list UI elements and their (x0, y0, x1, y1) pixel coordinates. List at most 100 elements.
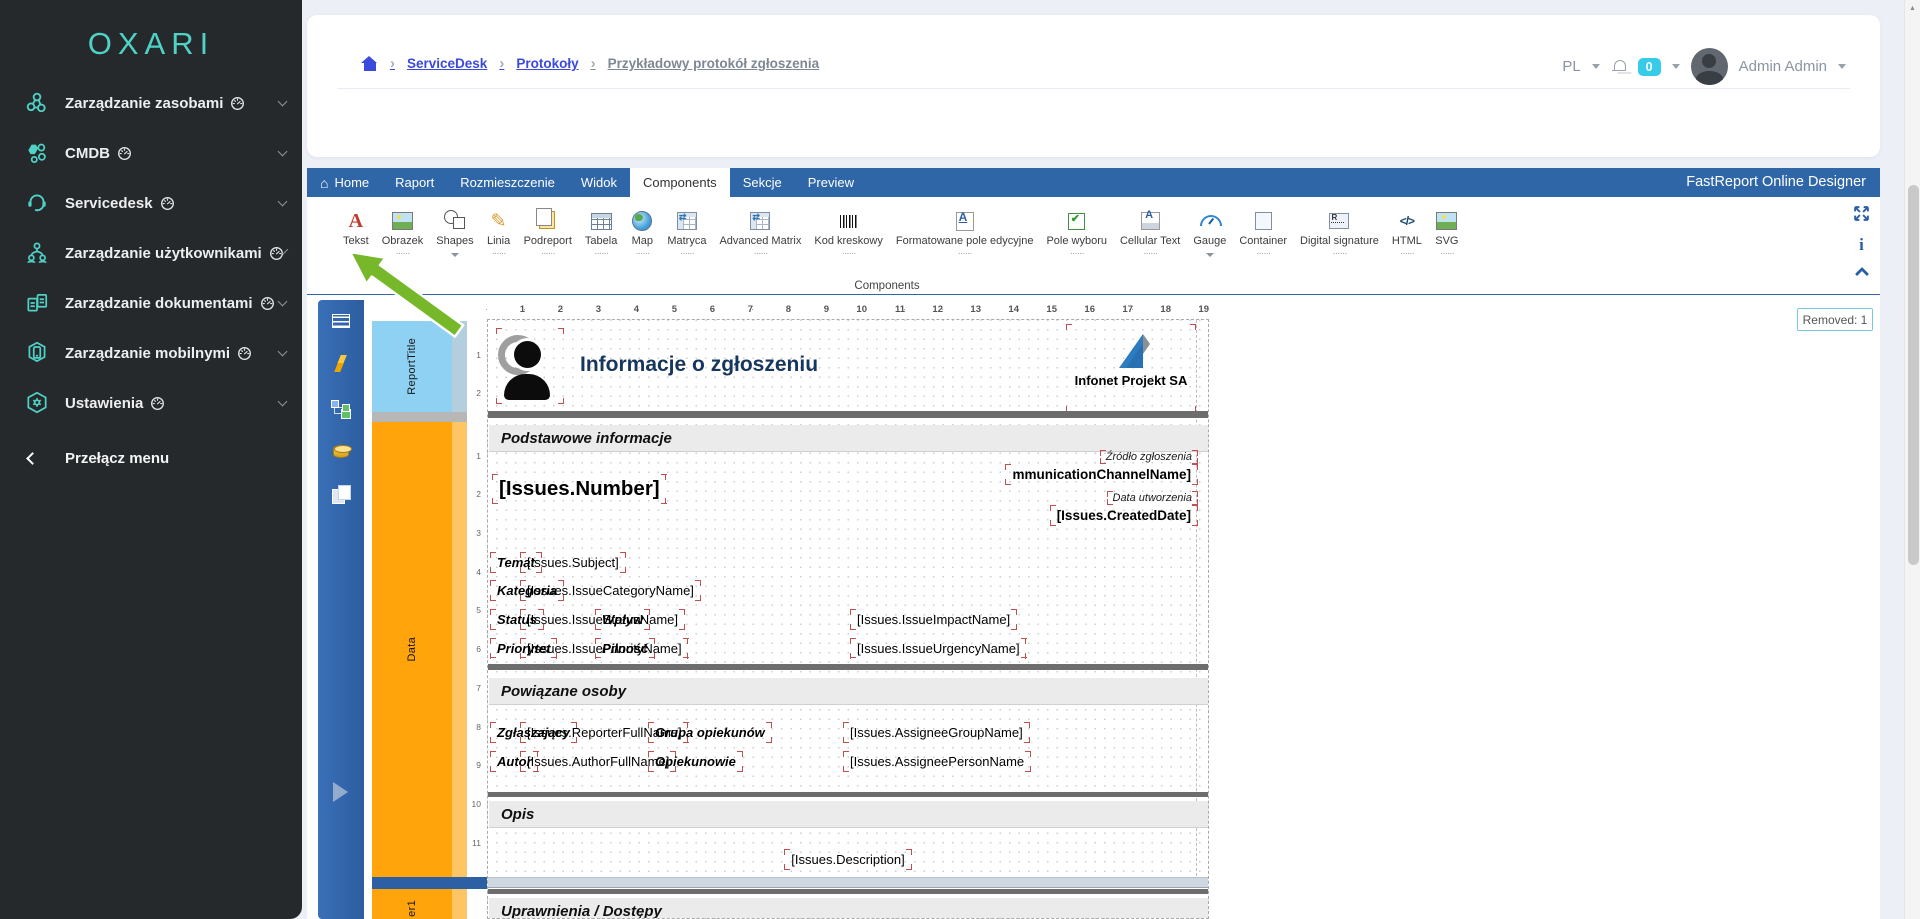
field-value[interactable]: [Issues.IssueCategoryName] (520, 580, 701, 601)
component-hint (349, 248, 363, 259)
sidebar-item[interactable]: Zarządzanie zasobami (0, 78, 302, 128)
gauge-icon (1198, 208, 1222, 234)
barcode-icon (837, 208, 861, 234)
component-button[interactable]: Cellular Text (1117, 208, 1183, 259)
language-caret-icon[interactable] (1592, 64, 1600, 69)
home-icon[interactable] (361, 56, 378, 71)
sidebar-item[interactable]: CMDB (0, 128, 302, 178)
component-button[interactable]: Gauge (1190, 208, 1229, 259)
designer-tab[interactable]: Preview (795, 168, 867, 197)
notifications-caret-icon[interactable] (1672, 64, 1680, 69)
component-button[interactable]: Linia (484, 208, 514, 259)
ruler-cell: ·19 (1171, 302, 1209, 317)
report-page-canvas[interactable]: Informacje o zgłoszeniu Infonet Projekt … (487, 319, 1209, 919)
user-name[interactable]: Admin Admin (1739, 58, 1827, 75)
field-value[interactable]: [Issues.Subject] (520, 552, 626, 573)
chevron-down-icon[interactable] (278, 97, 288, 107)
properties-grid-icon[interactable] (332, 314, 350, 328)
section-header-persons[interactable]: Powiązane osoby (489, 678, 1208, 705)
component-button[interactable]: Shapes (433, 208, 476, 259)
band-data[interactable]: Data (372, 422, 452, 877)
notification-count-badge[interactable]: 0 (1638, 58, 1661, 76)
info-icon[interactable]: i (1859, 236, 1864, 253)
data-source-icon[interactable] (333, 445, 349, 458)
created-label[interactable]: Data utworzenia (1107, 491, 1199, 505)
designer-tab[interactable]: Rozmieszczenie (447, 168, 568, 197)
chevron-down-icon[interactable] (278, 347, 288, 357)
copy-pages-icon[interactable] (331, 485, 351, 503)
band-data-label: Data (406, 637, 418, 661)
sidebar-item[interactable]: Servicedesk (0, 178, 302, 228)
component-button[interactable]: Formatowane pole edycyjne (893, 208, 1037, 259)
component-button[interactable]: SVG (1432, 208, 1462, 259)
band-splitter[interactable] (372, 877, 489, 889)
chevron-down-icon[interactable] (278, 197, 288, 207)
language-selector[interactable]: PL (1562, 58, 1580, 75)
designer-tab[interactable]: Components (630, 168, 730, 197)
report-avatar-image[interactable] (496, 328, 564, 404)
sidebar-toggle[interactable]: Przełącz menu (0, 438, 302, 478)
designer-tab[interactable]: Sekcje (730, 168, 795, 197)
preview-play-icon[interactable] (333, 782, 348, 802)
designer-tab[interactable]: Raport (382, 168, 447, 197)
designer-tab[interactable]: Widok (568, 168, 630, 197)
scrollbar-up-arrow[interactable] (1905, 0, 1920, 16)
breadcrumb-item[interactable]: ServiceDesk (390, 55, 487, 72)
field-value[interactable]: [Issues.IssueImpactName] (850, 609, 1017, 630)
component-button[interactable]: Pole wyboru (1043, 208, 1110, 259)
source-label[interactable]: Źródło zgłoszenia (1100, 450, 1198, 464)
components-list: Tekst Obrazek Shapes (340, 208, 1462, 259)
component-button[interactable]: Matryca (664, 208, 709, 259)
field-label[interactable]: Opiekunowie (648, 751, 743, 772)
component-button[interactable]: Podreport (521, 208, 575, 259)
breadcrumb-item[interactable]: Protokoły (499, 55, 578, 72)
component-button[interactable]: Advanced Matrix (716, 208, 804, 259)
band-footer[interactable]: er1 (372, 889, 452, 919)
sidebar-item[interactable]: Zarządzanie użytkownikami (0, 228, 302, 278)
report-title-text[interactable]: Informacje o zgłoszeniu (580, 353, 818, 377)
section-header-basic[interactable]: Podstawowe informacje (489, 425, 1208, 452)
company-logo[interactable]: Infonet Projekt SA (1066, 324, 1196, 412)
field-value[interactable]: [Issues.IssueUrgencyName] (850, 638, 1027, 659)
chevron-down-icon[interactable] (278, 297, 288, 307)
issue-number-field[interactable]: [Issues.Number] (492, 474, 667, 504)
component-button[interactable]: Tekst (340, 208, 372, 259)
issue-field-row: Kategoria [Issues.IssueCategoryName] (490, 577, 1206, 606)
description-field[interactable]: [Issues.Description] (784, 849, 911, 870)
created-value-field[interactable]: [Issues.CreatedDate] (1050, 505, 1198, 526)
report-tree-icon[interactable] (331, 400, 351, 418)
user-menu-caret-icon[interactable] (1838, 64, 1846, 69)
sidebar-item[interactable]: Ustawienia (0, 378, 302, 428)
section-header-description[interactable]: Opis (489, 801, 1208, 828)
notifications-bell-icon[interactable] (1611, 59, 1627, 75)
page-scrollbar[interactable] (1904, 0, 1920, 919)
component-button[interactable]: Container (1236, 208, 1290, 259)
designer-tab[interactable]: Home (307, 168, 382, 197)
component-button[interactable]: Map (627, 208, 657, 259)
events-lightning-icon[interactable] (331, 355, 351, 373)
component-button[interactable]: HTML (1389, 208, 1425, 259)
field-label[interactable]: Wpływ (595, 609, 650, 630)
component-button[interactable]: Digital signature (1297, 208, 1382, 259)
row-numbers-title: 12 (466, 321, 484, 398)
collapse-ribbon-icon[interactable] (1854, 267, 1868, 281)
sidebar-item[interactable]: Zarządzanie dokumentami (0, 278, 302, 328)
component-button[interactable]: Kod kreskowy (811, 208, 885, 259)
chevron-down-icon[interactable] (278, 147, 288, 157)
field-label[interactable]: Grupa opiekunów (648, 722, 772, 743)
source-value-field[interactable]: mmunicationChannelName] (1005, 464, 1198, 485)
field-value[interactable]: [Issues.AssigneePersonName (843, 751, 1031, 772)
component-label: Advanced Matrix (719, 235, 801, 247)
fullscreen-expand-icon[interactable] (1853, 205, 1870, 222)
chevron-down-icon[interactable] (278, 397, 288, 407)
field-label[interactable]: Pilność (595, 638, 655, 659)
band-reporttitle[interactable]: ReportTitle (372, 321, 452, 412)
page-splitter-bar[interactable] (488, 877, 1208, 888)
component-button[interactable]: Obrazek (379, 208, 427, 259)
user-avatar[interactable] (1691, 48, 1728, 85)
section-header-permissions[interactable]: Uprawnienia / Dostępy (489, 898, 1208, 919)
sidebar-item[interactable]: Zarządzanie mobilnymi (0, 328, 302, 378)
component-button[interactable]: Tabela (582, 208, 620, 259)
field-value[interactable]: [Issues.AssigneeGroupName] (843, 722, 1030, 743)
scrollbar-thumb[interactable] (1908, 185, 1919, 565)
